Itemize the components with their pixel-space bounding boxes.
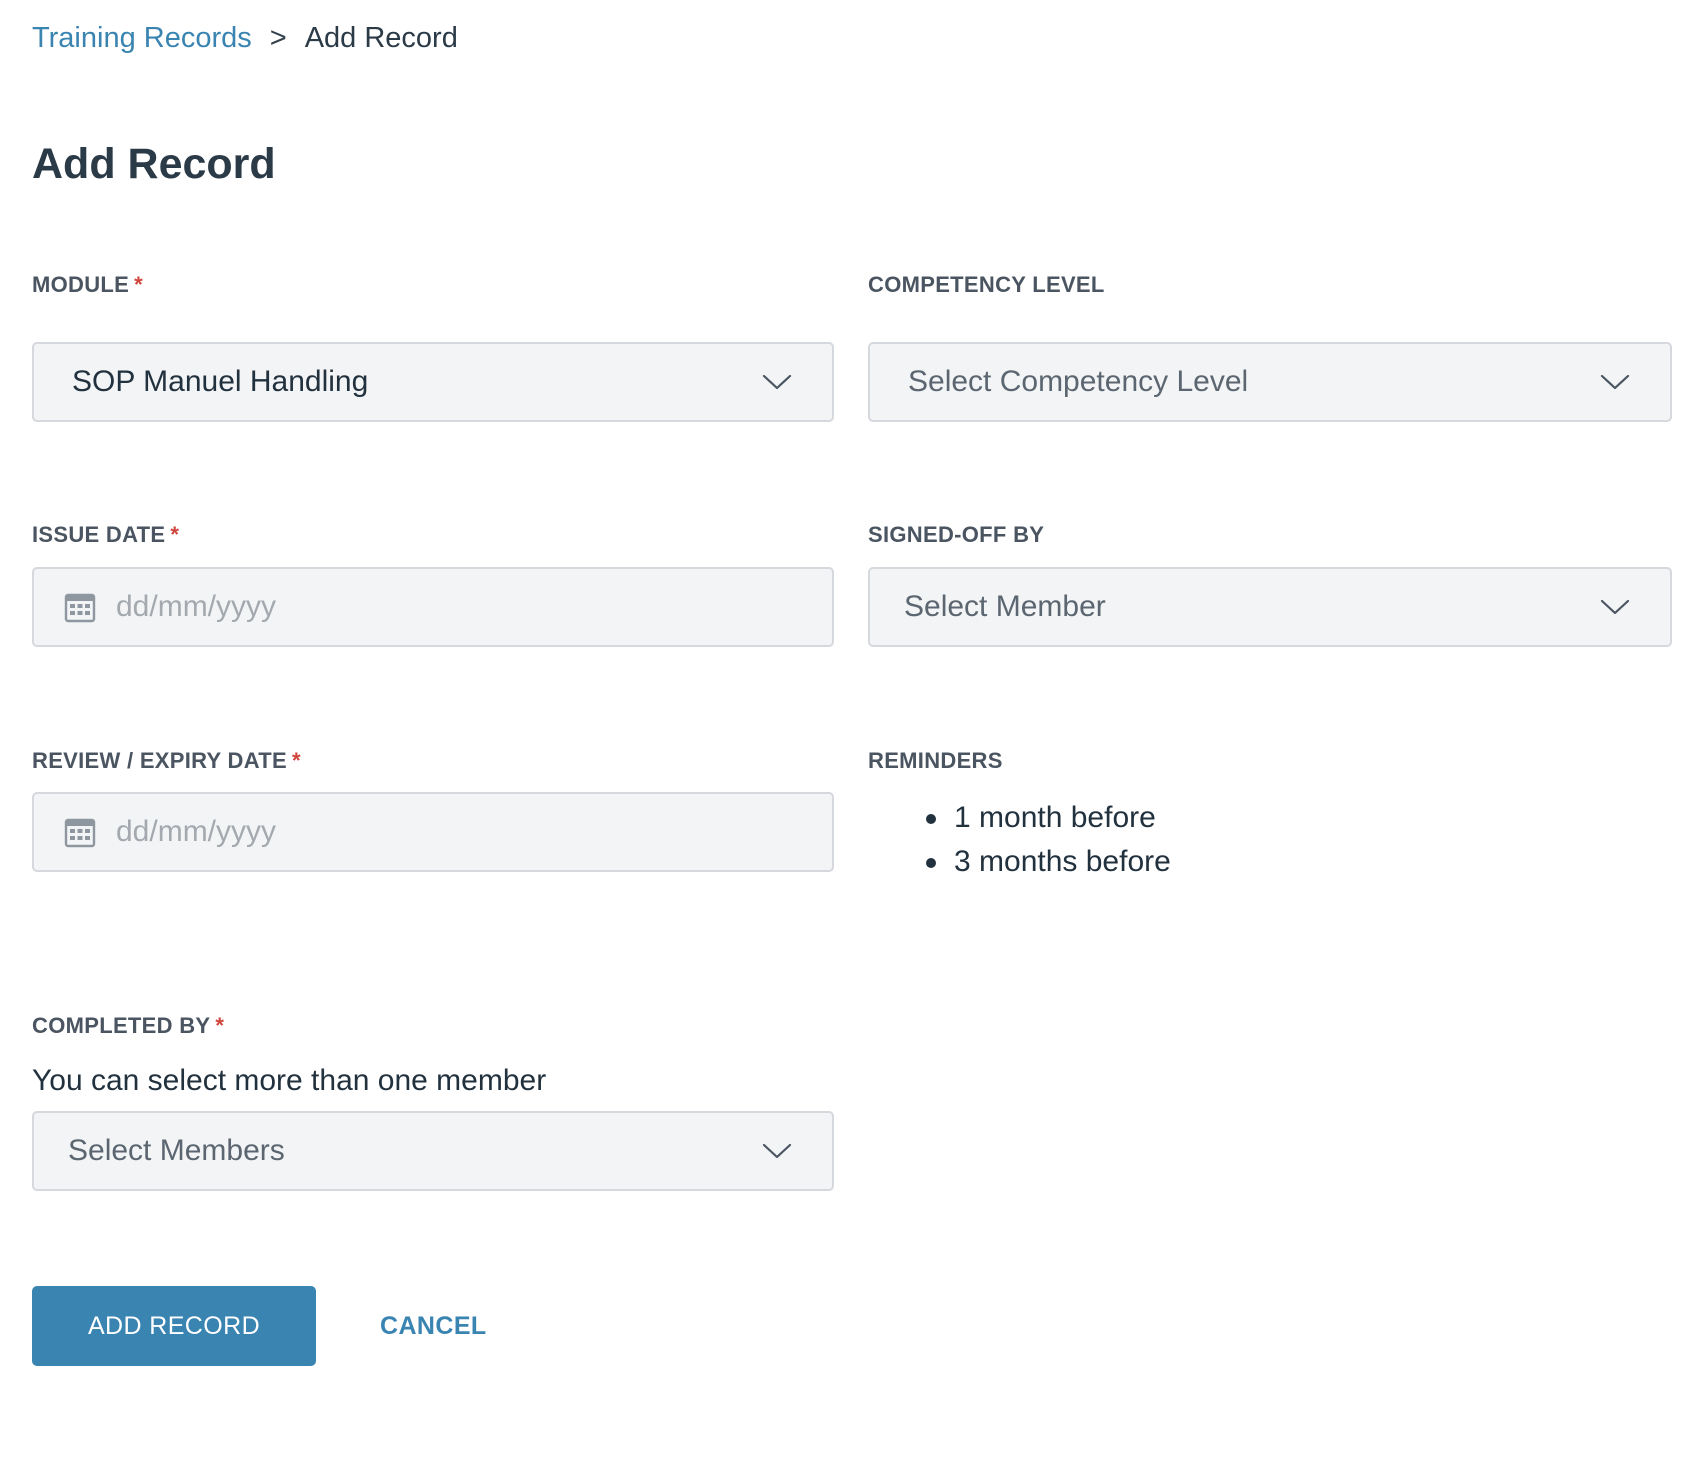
- required-asterisk: *: [170, 522, 180, 547]
- completed-by-label-text: COMPLETED BY: [32, 1013, 211, 1038]
- chevron-down-icon: [1600, 599, 1630, 615]
- calendar-icon: [64, 593, 96, 623]
- review-expiry-date-label-text: REVIEW / EXPIRY DATE: [32, 748, 287, 773]
- issue-date-label-text: ISSUE DATE: [32, 522, 166, 547]
- competency-level-select[interactable]: Select Competency Level: [868, 342, 1672, 422]
- list-item: 3 months before: [868, 840, 1171, 884]
- calendar-icon: [64, 818, 96, 848]
- completed-by-helper-text: You can select more than one member: [32, 1064, 547, 1097]
- reminder-text: 3 months before: [954, 845, 1171, 878]
- signed-off-by-placeholder: Select Member: [904, 590, 1106, 623]
- module-label-text: MODULE: [32, 272, 130, 297]
- breadcrumb-separator: >: [269, 21, 287, 54]
- required-asterisk: *: [291, 748, 301, 773]
- required-asterisk: *: [215, 1013, 225, 1038]
- issue-date-placeholder: dd/mm/yyyy: [116, 590, 277, 623]
- reminders-label-text: REMINDERS: [868, 748, 1003, 773]
- required-asterisk: *: [134, 272, 144, 297]
- reminders-list: 1 month before 3 months before: [868, 796, 1171, 884]
- review-expiry-date-input[interactable]: dd/mm/yyyy: [32, 792, 834, 872]
- cancel-button[interactable]: CANCEL: [380, 1306, 487, 1346]
- breadcrumb-current: Add Record: [304, 21, 458, 54]
- chevron-down-icon: [762, 1143, 792, 1159]
- issue-date-input[interactable]: dd/mm/yyyy: [32, 567, 834, 647]
- page-title: Add Record: [32, 140, 276, 188]
- competency-level-label: COMPETENCY LEVEL: [868, 270, 1105, 300]
- competency-level-label-text: COMPETENCY LEVEL: [868, 272, 1105, 297]
- completed-by-placeholder: Select Members: [68, 1134, 285, 1167]
- module-label: MODULE *: [32, 270, 143, 300]
- signed-off-by-label-text: SIGNED-OFF BY: [868, 522, 1045, 547]
- reminders-label: REMINDERS: [868, 746, 1003, 776]
- list-item: 1 month before: [868, 796, 1171, 840]
- completed-by-select[interactable]: Select Members: [32, 1111, 834, 1191]
- signed-off-by-label: SIGNED-OFF BY: [868, 520, 1044, 550]
- competency-level-placeholder: Select Competency Level: [908, 365, 1249, 398]
- completed-by-label: COMPLETED BY *: [32, 1011, 224, 1041]
- chevron-down-icon: [1600, 374, 1630, 390]
- reminder-text: 1 month before: [954, 801, 1156, 834]
- signed-off-by-select[interactable]: Select Member: [868, 567, 1672, 647]
- bullet-icon: [926, 814, 936, 824]
- breadcrumb-link-training-records[interactable]: Training Records: [32, 22, 252, 55]
- module-select-value: SOP Manuel Handling: [72, 365, 369, 398]
- breadcrumb: Training Records > Add Record: [32, 16, 458, 60]
- bullet-icon: [926, 858, 936, 868]
- chevron-down-icon: [762, 374, 792, 390]
- review-expiry-date-placeholder: dd/mm/yyyy: [116, 815, 277, 848]
- add-record-button[interactable]: ADD RECORD: [32, 1286, 316, 1366]
- module-select[interactable]: SOP Manuel Handling: [32, 342, 834, 422]
- review-expiry-date-label: REVIEW / EXPIRY DATE *: [32, 746, 301, 776]
- issue-date-label: ISSUE DATE *: [32, 520, 179, 550]
